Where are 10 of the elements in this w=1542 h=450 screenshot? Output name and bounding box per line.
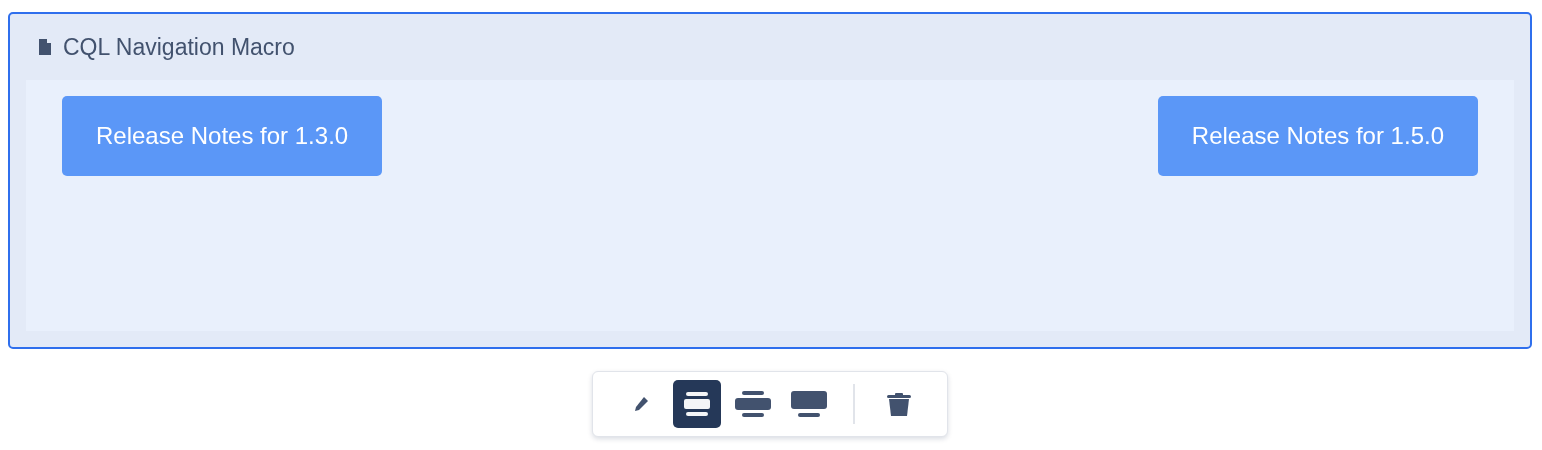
release-notes-button[interactable]: Release Notes for 1.5.0 [1157,96,1478,176]
macro-title: CQL Navigation Macro [63,33,295,61]
layout-icon [791,391,827,417]
document-icon [39,39,51,55]
layout-icon [684,392,710,416]
release-notes-button[interactable]: Release Notes for 1.3.0 [62,96,383,176]
layout-icon [735,391,771,417]
pencil-icon [632,395,650,413]
trash-icon [887,392,911,416]
layout-button[interactable] [673,380,721,428]
